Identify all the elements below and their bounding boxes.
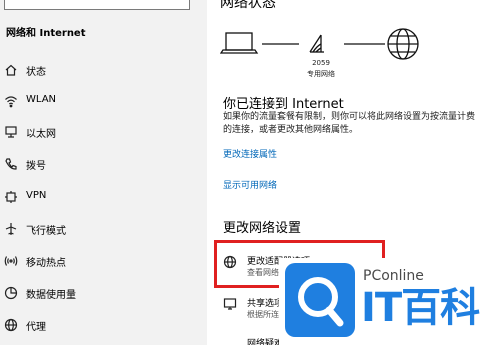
sidebar-item-label: VPN [26,190,47,201]
airplane-icon [4,221,18,235]
sidebar-item-proxy[interactable]: 代理 [0,314,207,336]
sidebar-item-label: 拨号 [26,161,46,172]
sidebar-item-label: 以太网 [26,129,56,140]
section-title: 更改网络设置 [223,221,302,236]
sidebar-item-label: 移动热点 [26,258,66,269]
globe-icon [387,28,419,60]
laptop-icon [219,32,259,54]
wifi-icon [4,93,18,108]
hotspot-icon [4,253,18,267]
sidebar-item-label: 数据使用量 [26,290,76,301]
sharing-icon [223,296,237,315]
phone-icon [4,156,18,170]
sidebar-item-hotspot[interactable]: 移动热点 [0,250,207,272]
page-title: 网络状态 [220,0,276,11]
home-icon [4,62,18,76]
network-diagram: 2059 专用网络 [219,22,430,82]
option-title: 共享选项 [247,299,284,309]
network-name: 2059 [312,59,330,67]
sidebar: 网络和 Internet 状态 WLAN 以太网 拨号 VPN 飞行模式 移动热… [0,0,207,345]
vpn-icon [4,189,18,203]
watermark-title: IT百科 [361,285,480,331]
sidebar-item-label: 飞行模式 [26,226,66,237]
search-input[interactable] [4,0,190,10]
data-usage-icon [4,285,18,300]
pconline-logo-icon [285,263,355,337]
sidebar-item-label: 状态 [26,67,46,78]
sidebar-item-wlan[interactable]: WLAN [0,90,207,112]
sidebar-item-airplane[interactable]: 飞行模式 [0,218,207,240]
sidebar-item-ethernet[interactable]: 以太网 [0,121,207,143]
status-description: 如果你的流量套餐有限制，则你可以将此网络设置为按流量计费的连接，或者更改其他网络… [223,112,476,135]
sidebar-item-dialup[interactable]: 拨号 [0,153,207,175]
sidebar-heading: 网络和 Internet [6,28,86,39]
connection-status: 你已连接到 Internet [223,97,344,112]
sidebar-item-data-usage[interactable]: 数据使用量 [0,282,207,304]
ethernet-icon [4,124,18,138]
watermark-brand: PConline [363,268,424,284]
sidebar-item-label: 代理 [26,322,46,333]
wifi-icon [309,34,324,53]
network-type: 专用网络 [307,70,335,78]
sidebar-item-vpn[interactable]: VPN [0,186,207,208]
show-available-networks-link[interactable]: 显示可用网络 [223,178,277,191]
globe-icon [4,317,18,332]
sidebar-item-label: WLAN [26,94,57,105]
change-connection-properties-link[interactable]: 更改连接属性 [223,147,277,160]
sidebar-item-status[interactable]: 状态 [0,59,207,81]
